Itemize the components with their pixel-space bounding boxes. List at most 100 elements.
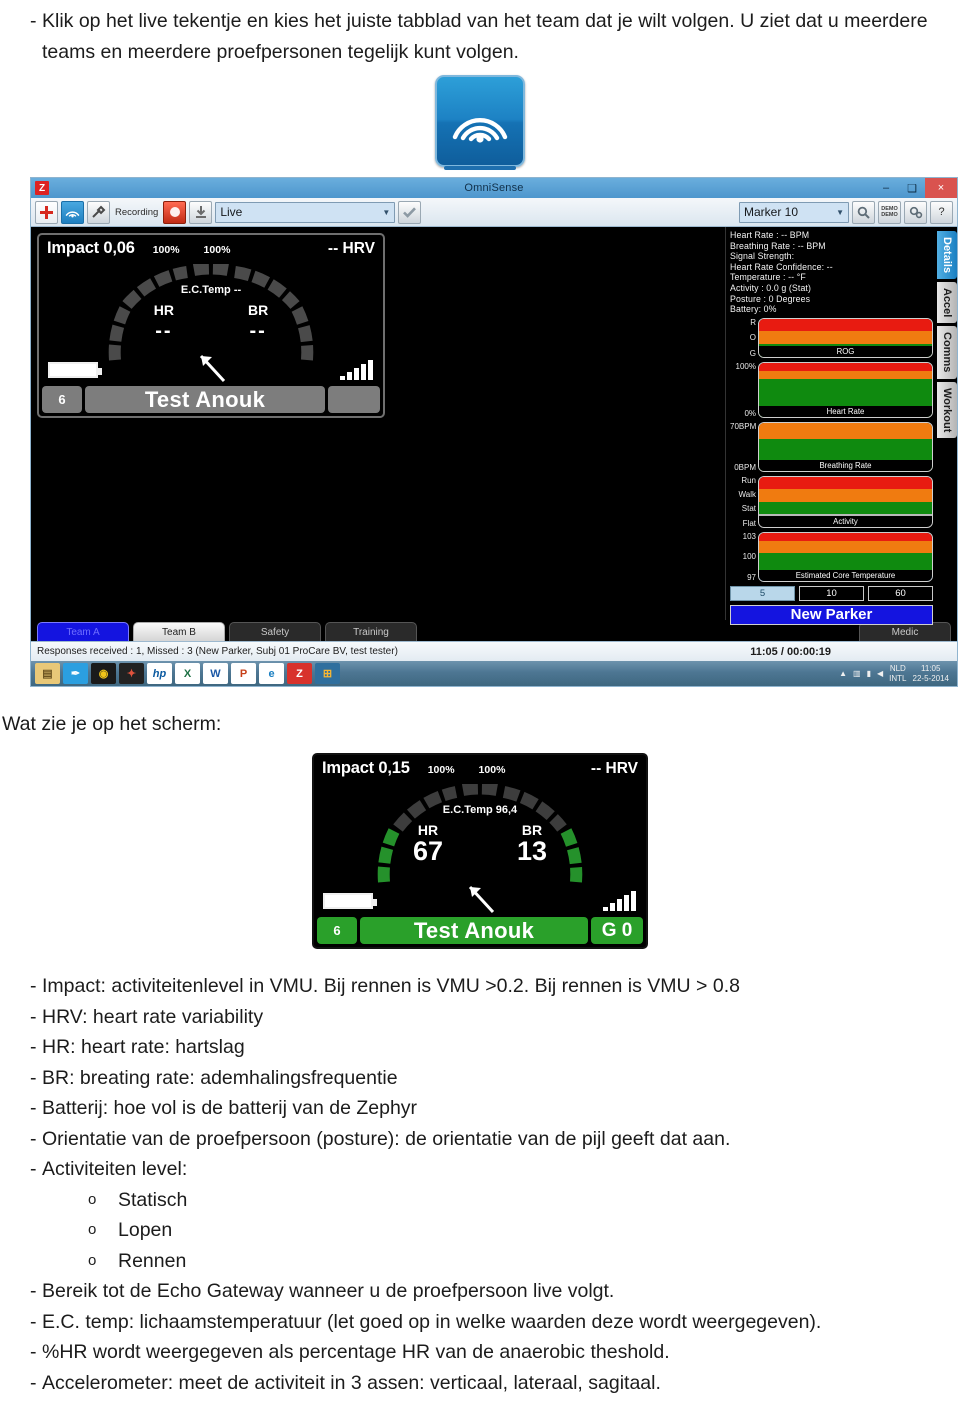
strip-row-activity: Run Walk Stat Flat Activity (730, 475, 933, 528)
chevron-down-icon: ▼ (382, 207, 391, 217)
strip-heart-rate[interactable]: Heart Rate (758, 361, 933, 418)
ylabel: Walk (738, 490, 756, 500)
legend-bullet: - HRV: heart rate variability (0, 1002, 960, 1033)
tab-safety[interactable]: Safety (229, 622, 321, 641)
subject-tile[interactable]: Impact 0,06 100% 100% -- HRV E.C.Temp --… (37, 233, 385, 418)
side-tabs: Details Accel Comms Workout (937, 227, 957, 620)
legend-text: Batterij: hoe vol is de batterij van de … (42, 1097, 418, 1119)
marker-dropdown[interactable]: Marker 10 ▼ (739, 201, 849, 223)
zephyr-icon[interactable]: Z (287, 663, 312, 684)
ylabel: 103 (742, 531, 756, 541)
legend-bullet: - BR: breating rate: ademhalingsfrequent… (0, 1063, 960, 1094)
powerpoint-icon[interactable]: P (231, 663, 256, 684)
demo-button[interactable]: DEMO DEMO (878, 200, 901, 224)
signal-strength-icon (340, 360, 373, 380)
stat-posture: Posture : 0 Degrees (730, 293, 811, 304)
example-br-group: BR 13 (517, 822, 547, 865)
ylabel: 70BPM (730, 421, 757, 431)
tile-pct-left: 100% (152, 244, 180, 256)
tab-team-b[interactable]: Team B (133, 622, 225, 641)
puzzle-icon[interactable]: ✦ (119, 663, 144, 684)
chevron-down-icon: ▼ (836, 207, 844, 217)
side-tab-details[interactable]: Details (937, 231, 957, 280)
stat-activity: Activity : 0.0 g (Stat) (730, 282, 812, 293)
strip-core-temp[interactable]: Estimated Core Temperature (758, 531, 933, 582)
hp-icon[interactable]: hp (147, 663, 172, 684)
ylabel: Flat (742, 518, 756, 528)
record-button[interactable] (163, 200, 187, 224)
tab-medic[interactable]: Medic (859, 622, 951, 641)
tray-chevron-icon[interactable]: ▲ (839, 669, 847, 678)
demo-label-bottom: DEMO (881, 212, 898, 218)
ylabel: 100% (735, 361, 756, 371)
tab-team-a[interactable]: Team A (37, 622, 129, 641)
excel-icon[interactable]: X (175, 663, 200, 684)
tile-top-row: Impact 0,06 100% 100% -- HRV (39, 235, 383, 258)
time-range-5[interactable]: 5 (730, 585, 795, 601)
wifi-live-icon[interactable] (61, 200, 84, 224)
bullet-circle: o (88, 1221, 97, 1238)
bullet-dash: - (30, 1341, 37, 1363)
legend-section: - Impact: activiteitenlevel in VMU. Bij … (0, 971, 960, 1398)
mode-dropdown[interactable]: Live ▼ (215, 201, 396, 223)
tray-signal-icon[interactable]: ▮ (867, 669, 871, 678)
ylabel: R (750, 317, 756, 327)
side-tab-accel[interactable]: Accel (937, 282, 957, 324)
disc-icon[interactable]: ◉ (91, 663, 116, 684)
windows-icon[interactable]: ⊞ (315, 663, 340, 684)
strip-ylabels-activity: Run Walk Stat Flat (730, 476, 758, 528)
stat-heart-rate: Heart Rate : -- BPM (730, 230, 810, 240)
pen-icon[interactable]: ✒ (63, 663, 88, 684)
download-button[interactable] (189, 200, 213, 224)
legend-text: Impact: activiteitenlevel in VMU. Bij re… (42, 975, 740, 997)
help-button[interactable]: ? (930, 200, 953, 224)
ylabel: O (749, 333, 756, 343)
bullet-circle: o (88, 1190, 97, 1208)
settings-gear-icon[interactable] (904, 200, 927, 224)
tile-hr-group: HR -- (154, 302, 174, 344)
legend-text: Bereik tot de Echo Gateway wanneer u de … (42, 1280, 615, 1302)
tile-subject-name[interactable]: Test Anouk (85, 386, 325, 413)
word-icon[interactable]: W (203, 663, 228, 684)
search-icon[interactable] (852, 200, 875, 224)
example-device-number: 6 (317, 917, 357, 944)
tray-volume-icon[interactable]: ◀ (877, 669, 883, 678)
apply-button[interactable] (398, 200, 422, 224)
new-parker-button[interactable]: New Parker (730, 604, 933, 625)
stat-breathing-rate: Breathing Rate : -- BPM (730, 240, 826, 251)
tray-language-top: NLD (889, 664, 906, 673)
internet-explorer-icon[interactable]: e (259, 663, 284, 684)
stat-signal-strength: Signal Strength: (730, 251, 795, 262)
tray-clock[interactable]: 11:05 22-5-2014 (913, 664, 949, 683)
example-hr-group: HR 67 (413, 822, 443, 865)
legend-text: BR: breating rate: ademhalingsfrequentie (42, 1066, 398, 1089)
intro-bullet: - Klik op het live tekentje en kies het … (0, 6, 952, 67)
side-tab-workout[interactable]: Workout (937, 381, 957, 439)
toolbar: Recording Live ▼ Marker 10 ▼ DEMO DEMO ? (31, 198, 957, 227)
tab-training[interactable]: Training (325, 622, 417, 641)
tray-language[interactable]: NLD INTL (889, 664, 906, 683)
bullet-dash: - (30, 1158, 37, 1180)
legend-bullet: - Bereik tot de Echo Gateway wanneer u d… (0, 1276, 960, 1307)
time-range-10[interactable]: 10 (799, 585, 864, 601)
ylabel: 0% (744, 408, 756, 418)
strip-rog[interactable]: ROG (758, 317, 933, 358)
strip-breathing-rate[interactable]: Breathing Rate (758, 421, 933, 472)
sub-bullet-text: Rennen (118, 1249, 187, 1272)
tile-vitals: HR -- BR -- (39, 302, 383, 344)
example-subject-name[interactable]: Test Anouk (360, 917, 588, 944)
bullet-dash: - (30, 1066, 37, 1089)
strip-caption: Breathing Rate (759, 459, 932, 471)
tray-network-icon[interactable]: ▥ (853, 669, 861, 678)
add-subject-icon[interactable] (35, 200, 58, 224)
stat-hr-confidence: Heart Rate Confidence: -- (730, 261, 833, 272)
folder-icon[interactable]: ▤ (35, 663, 60, 684)
tools-icon[interactable] (87, 200, 110, 224)
strip-ylabels-heart-rate: 100% 0% (730, 362, 758, 418)
legend-text: HR: heart rate: hartslag (42, 1036, 245, 1058)
example-subject-tile[interactable]: Impact 0,15 100% 100% -- HRV E.C.Temp 96… (312, 753, 648, 949)
side-tab-comms[interactable]: Comms (937, 326, 957, 379)
time-range-60[interactable]: 60 (868, 585, 933, 601)
strip-activity[interactable]: Activity (758, 475, 933, 528)
plus-cross-glyph (40, 205, 53, 219)
